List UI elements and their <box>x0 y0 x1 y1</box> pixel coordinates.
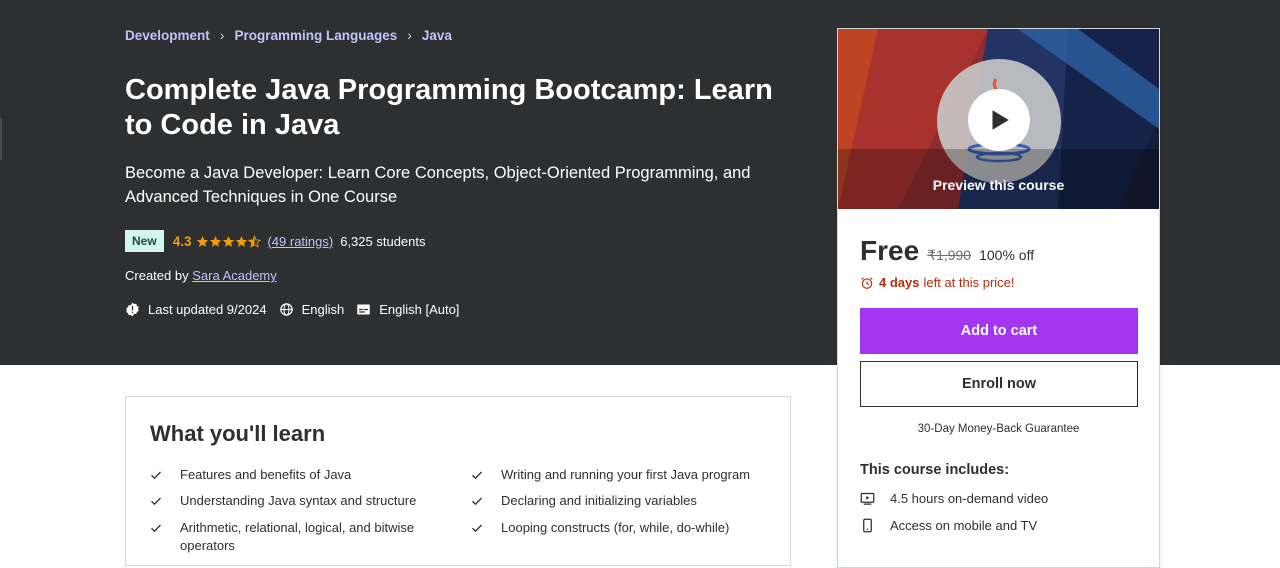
include-item-video: 4.5 hours on-demand video <box>860 491 1048 506</box>
price-row: Free ₹1,990 100% off <box>860 235 1034 267</box>
learn-item: Features and benefits of Java <box>150 466 440 484</box>
course-title: Complete Java Programming Bootcamp: Lear… <box>125 74 773 141</box>
course-language: English <box>279 302 345 317</box>
money-back-guarantee: 30-Day Money-Back Guarantee <box>917 423 1080 435</box>
add-to-cart-button[interactable]: Add to cart <box>860 308 1138 354</box>
breadcrumb-programming-languages[interactable]: Programming Languages <box>234 28 397 43</box>
preview-label: Preview this course <box>932 177 1065 193</box>
chevron-right-icon: › <box>219 27 225 43</box>
course-meta: Last updated 9/2024 English English [Aut… <box>125 302 471 317</box>
rating-row: New 4.3 (49 ratings) 6,325 students <box>125 230 426 252</box>
created-by: Created by Sara Academy <box>125 268 277 283</box>
last-updated: Last updated 9/2024 <box>125 302 267 317</box>
breadcrumb: Development › Programming Languages › Ja… <box>125 27 452 43</box>
star-rating <box>196 234 262 248</box>
alert-badge-icon <box>126 302 139 317</box>
learn-item-text: Features and benefits of Java <box>180 467 352 482</box>
star-icon <box>197 235 209 247</box>
new-badge: New <box>125 230 164 252</box>
include-item-mobile: Access on mobile and TV <box>860 518 1037 533</box>
learn-item: Declaring and initializing variables <box>471 492 761 510</box>
check-icon <box>151 497 161 506</box>
learn-item: Arithmetic, relational, logical, and bit… <box>150 519 440 555</box>
check-icon <box>472 471 482 480</box>
check-icon <box>472 497 482 506</box>
check-icon <box>151 471 161 480</box>
students-count: 6,325 students <box>340 233 426 249</box>
author-link[interactable]: Sara Academy <box>192 268 277 283</box>
captions-icon <box>357 304 370 315</box>
learn-item: Understanding Java syntax and structure <box>150 492 440 510</box>
what-you-learn-box: What you'll learn Features and benefits … <box>125 396 791 566</box>
purchase-card: Preview this course Free ₹1,990 100% off… <box>837 28 1160 568</box>
video-icon <box>860 492 875 505</box>
include-video-text: 4.5 hours on-demand video <box>890 491 1049 506</box>
current-price: Free <box>860 235 920 266</box>
alarm-clock-icon <box>861 276 873 289</box>
timer-days: 4 days <box>879 275 920 290</box>
what-you-learn-title: What you'll learn <box>150 421 326 446</box>
learn-item: Looping constructs (for, while, do-while… <box>471 519 761 537</box>
learn-item: Writing and running your first Java prog… <box>471 466 761 484</box>
includes-title: This course includes: <box>860 462 1010 478</box>
mobile-icon <box>863 518 872 533</box>
learn-item-text: Looping constructs (for, while, do-while… <box>501 520 730 535</box>
price-timer: 4 days left at this price! <box>860 275 1015 290</box>
rating-value: 4.3 <box>172 233 192 249</box>
course-preview[interactable]: Preview this course <box>838 29 1159 209</box>
course-captions: English [Auto] <box>356 302 459 317</box>
star-icon <box>236 235 248 247</box>
ratings-link[interactable]: (49 ratings) <box>267 234 333 249</box>
star-icon <box>223 235 235 247</box>
play-icon <box>992 110 1009 130</box>
timer-text: left at this price! <box>923 275 1015 290</box>
captions-text: English [Auto] <box>379 302 460 317</box>
enroll-now-button[interactable]: Enroll now <box>860 361 1138 407</box>
breadcrumb-java[interactable]: Java <box>422 28 452 43</box>
original-price: ₹1,990 <box>927 247 972 263</box>
scroll-edge <box>0 118 2 160</box>
created-by-label: Created by <box>125 268 189 283</box>
learn-item-text: Understanding Java syntax and structure <box>180 493 417 508</box>
course-subtitle: Become a Java Developer: Learn Core Conc… <box>125 164 751 206</box>
star-icon <box>210 235 222 247</box>
breadcrumb-development[interactable]: Development <box>125 28 210 43</box>
learn-item-text: Declaring and initializing variables <box>501 493 697 508</box>
include-mobile-text: Access on mobile and TV <box>890 518 1038 533</box>
chevron-right-icon: › <box>407 27 412 43</box>
check-icon <box>472 524 482 533</box>
last-updated-text: Last updated 9/2024 <box>148 302 267 317</box>
language-text: English <box>301 302 345 317</box>
play-button[interactable] <box>968 89 1030 151</box>
check-icon <box>151 524 161 533</box>
star-half-icon <box>248 234 262 248</box>
discount-percent: 100% off <box>979 247 1035 263</box>
learn-item-text: Arithmetic, relational, logical, and bit… <box>180 520 415 553</box>
learn-item-text: Writing and running your first Java prog… <box>501 467 751 482</box>
globe-icon <box>279 303 293 316</box>
